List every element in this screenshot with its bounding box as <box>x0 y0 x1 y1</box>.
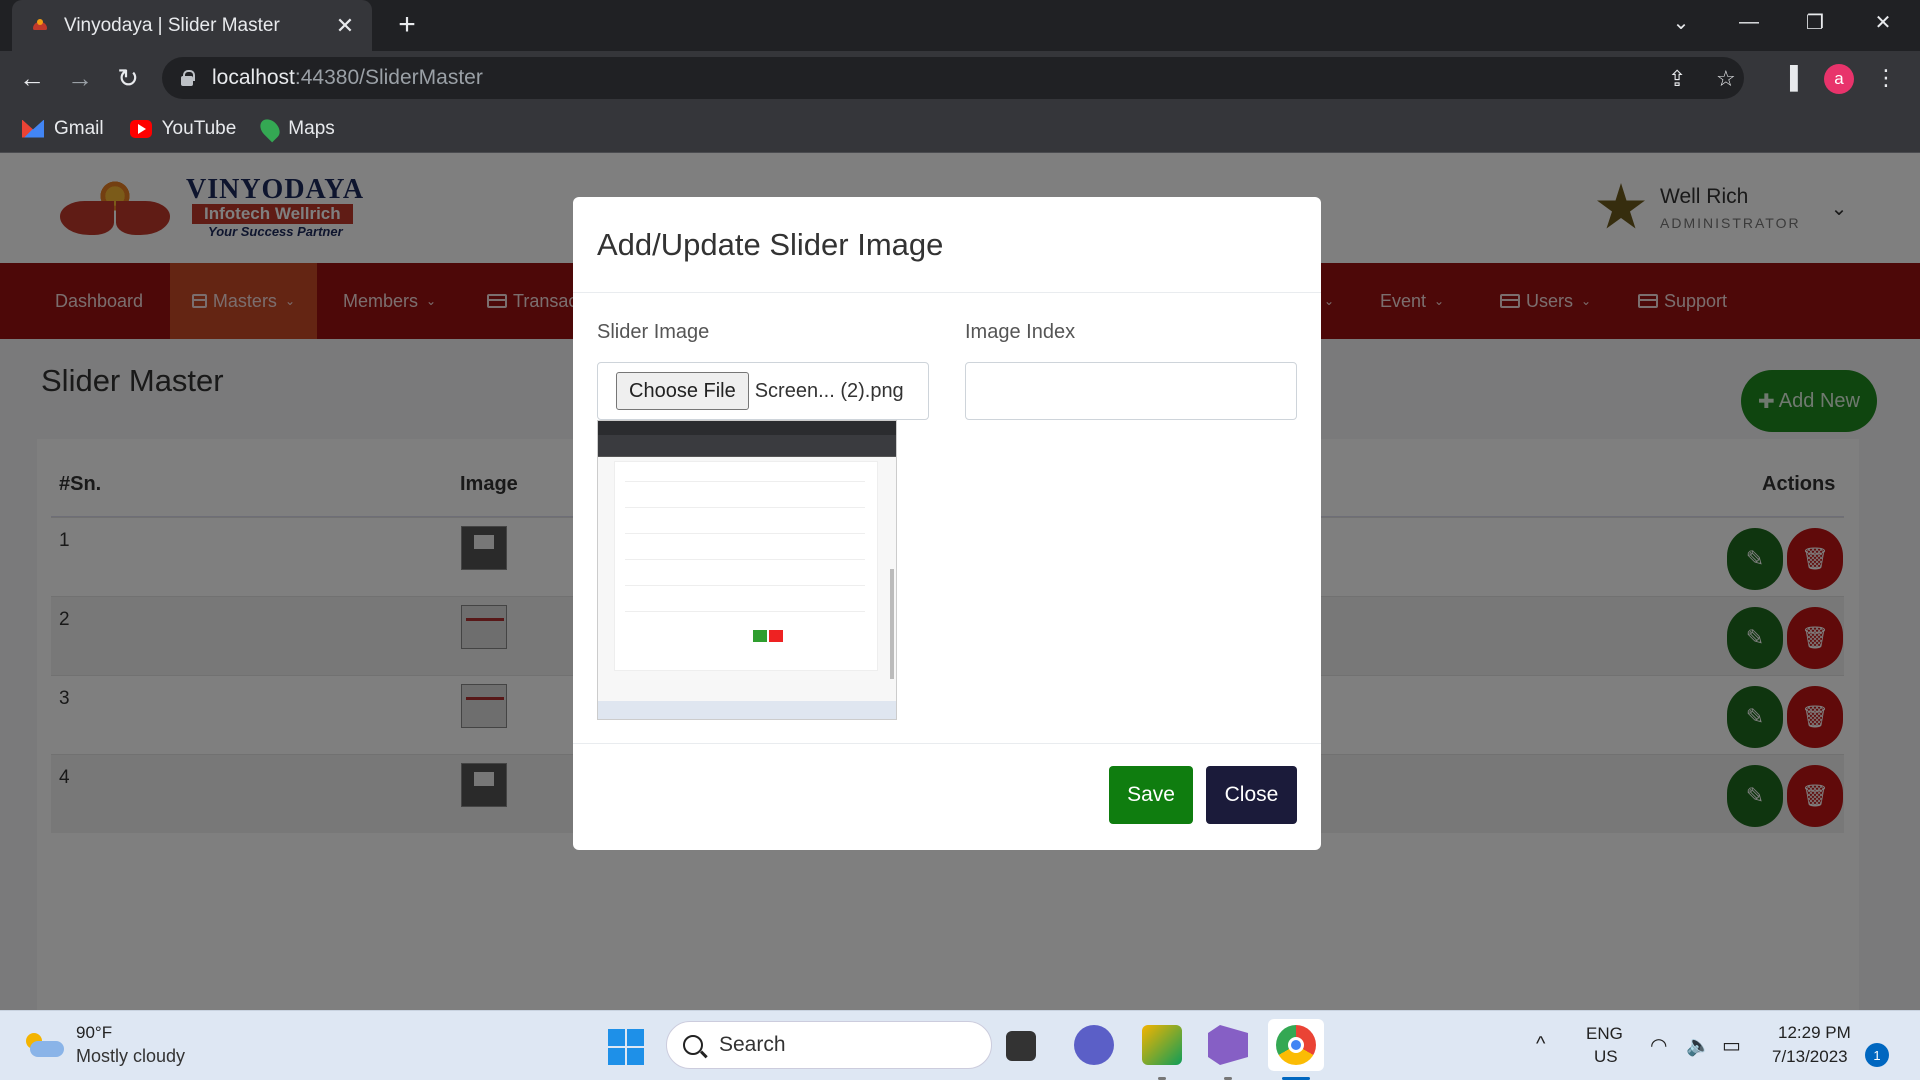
reload-icon[interactable]: ↻ <box>110 60 146 96</box>
bookmarks-bar: Gmail YouTube Maps <box>0 105 1920 153</box>
bookmark-gmail[interactable]: Gmail <box>22 118 104 140</box>
slider-image-file-input[interactable]: Choose File Screen... (2).png <box>597 362 929 420</box>
show-hidden-icons-chevron[interactable]: ^ <box>1536 1033 1545 1056</box>
modal-header: Add/Update Slider Image <box>573 197 1321 293</box>
youtube-icon <box>129 119 152 138</box>
teams-chat-icon[interactable] <box>1074 1025 1114 1065</box>
restore-icon[interactable]: ❐ <box>1784 0 1846 44</box>
modal-title: Add/Update Slider Image <box>597 227 944 262</box>
tab-search-chevron-icon[interactable]: ⌄ <box>1650 0 1712 44</box>
bookmark-youtube[interactable]: YouTube <box>129 118 236 140</box>
close-button[interactable]: Close <box>1206 766 1297 824</box>
bookmark-maps[interactable]: Maps <box>256 115 335 142</box>
forward-arrow-icon[interactable]: → <box>62 60 98 96</box>
volume-muted-icon[interactable]: 🔈 <box>1686 1033 1711 1058</box>
lang-line1[interactable]: ENG <box>1586 1024 1623 1044</box>
browser-tab-strip: Vinyodaya | Slider Master ✕ + ⌄ — ❐ ✕ <box>0 0 1920 51</box>
visual-studio-icon[interactable] <box>1208 1025 1248 1065</box>
selected-file-name: Screen... (2).png <box>754 379 904 402</box>
battery-icon[interactable]: ▭ <box>1722 1033 1741 1058</box>
weather-temp[interactable]: 90°F <box>76 1023 112 1043</box>
windows-start-icon[interactable] <box>608 1029 644 1065</box>
weather-desc[interactable]: Mostly cloudy <box>76 1046 185 1067</box>
image-preview <box>597 420 897 720</box>
minimize-icon[interactable]: — <box>1718 0 1780 44</box>
lang-line2[interactable]: US <box>1594 1047 1618 1067</box>
file-explorer-icon[interactable] <box>1142 1025 1182 1065</box>
tab-title: Vinyodaya | Slider Master <box>64 14 280 36</box>
close-window-icon[interactable]: ✕ <box>1852 0 1914 44</box>
notification-badge[interactable]: 1 <box>1865 1043 1889 1067</box>
maps-pin-icon <box>256 115 284 142</box>
profile-avatar[interactable]: a <box>1824 64 1854 94</box>
side-panel-icon[interactable]: ▐ <box>1772 60 1808 96</box>
url-path: :44380/SliderMaster <box>294 66 483 89</box>
slider-image-modal: Add/Update Slider Image Slider Image Ima… <box>573 197 1321 850</box>
windows-taskbar: 90°F Mostly cloudy Search ^ ENG US ◠ 🔈 ▭… <box>0 1010 1920 1080</box>
choose-file-button[interactable]: Choose File <box>616 372 749 410</box>
new-tab-button[interactable]: + <box>390 8 424 42</box>
browser-tab-active[interactable]: Vinyodaya | Slider Master ✕ <box>12 0 372 51</box>
share-icon[interactable]: ⇪ <box>1668 66 1686 92</box>
chrome-taskbar-button[interactable] <box>1268 1019 1324 1071</box>
lock-icon <box>180 69 195 87</box>
url-host: localhost <box>212 66 295 89</box>
gmail-icon <box>22 119 44 138</box>
browser-toolbar: ← → ↻ localhost :44380/SliderMaster ⇪ ☆ … <box>0 51 1920 105</box>
search-icon <box>683 1035 703 1055</box>
more-menu-icon[interactable]: ⋮ <box>1868 60 1904 96</box>
clock-time[interactable]: 12:29 PM <box>1778 1023 1851 1043</box>
wifi-icon[interactable]: ◠ <box>1650 1033 1667 1058</box>
image-index-input[interactable] <box>965 362 1297 420</box>
taskbar-search-label: Search <box>719 1033 786 1056</box>
weather-cloud-icon[interactable] <box>26 1031 66 1059</box>
address-bar[interactable]: localhost :44380/SliderMaster ⇪ ☆ <box>162 57 1744 99</box>
tab-close-icon[interactable]: ✕ <box>332 13 358 39</box>
modal-footer: Save Close <box>573 743 1321 850</box>
task-view-icon[interactable] <box>1006 1031 1036 1061</box>
clock-date[interactable]: 7/13/2023 <box>1772 1047 1848 1067</box>
image-index-label: Image Index <box>965 321 1076 343</box>
bookmark-star-icon[interactable]: ☆ <box>1716 66 1736 92</box>
site-favicon-icon <box>30 16 50 36</box>
taskbar-search[interactable]: Search <box>666 1021 992 1069</box>
slider-image-label: Slider Image <box>597 321 710 343</box>
back-arrow-icon[interactable]: ← <box>14 60 50 96</box>
save-button[interactable]: Save <box>1109 766 1193 824</box>
